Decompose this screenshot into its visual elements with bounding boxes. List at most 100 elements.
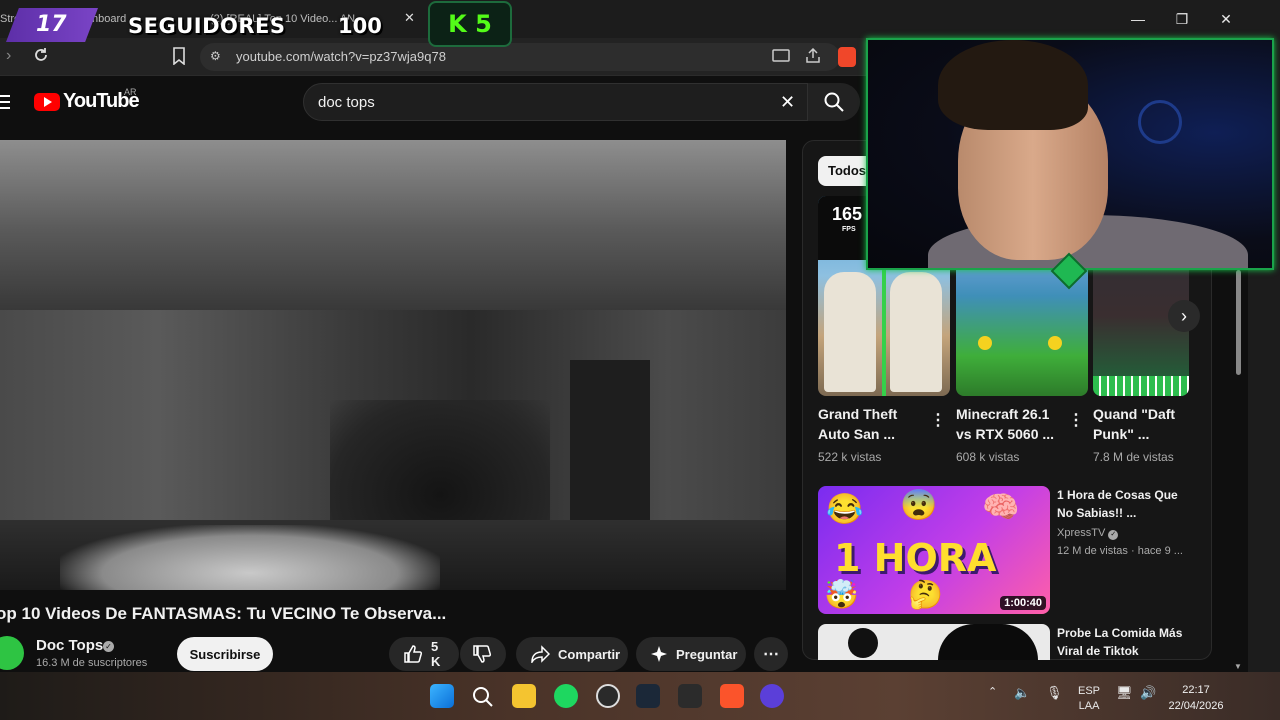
channel-avatar[interactable] xyxy=(0,636,24,670)
reload-icon[interactable] xyxy=(32,46,50,69)
related-video-meta: 12 M de vistas · hace 9 ... xyxy=(1057,545,1183,557)
search-button[interactable] xyxy=(808,83,860,121)
scrollbar-thumb[interactable] xyxy=(1236,270,1241,375)
thinking-emoji-icon: 🤔 xyxy=(908,579,943,610)
video-frame-blanket xyxy=(60,525,440,590)
short-more-icon[interactable]: ⋮ xyxy=(930,410,946,430)
flower-icon xyxy=(978,336,992,350)
video-title: op 10 Videos De FANTASMAS: Tu VECINO Te … xyxy=(0,604,447,623)
follower-count: 17 xyxy=(36,12,67,37)
follower-goal: 100 xyxy=(338,14,382,38)
dislike-button[interactable] xyxy=(460,637,506,671)
file-explorer-icon[interactable] xyxy=(512,684,536,708)
fps-unit: FPS xyxy=(842,226,856,233)
youtube-header: YouTube AR doc tops ✕ xyxy=(0,77,865,127)
short-views: 7.8 M de vistas xyxy=(1093,450,1174,464)
subscribe-button[interactable]: Suscribirse xyxy=(177,637,273,671)
share-button[interactable]: Compartir xyxy=(516,637,628,671)
headphones-icon xyxy=(1138,100,1182,144)
scared-emoji-icon: 😨 xyxy=(900,489,938,522)
short-title[interactable]: Quand "Daft Punk" ... xyxy=(1093,404,1193,444)
more-actions-button[interactable]: ⋯ xyxy=(754,637,788,671)
clear-search-icon[interactable]: ✕ xyxy=(780,92,795,113)
bookmark-icon[interactable] xyxy=(172,47,186,70)
sparkle-icon xyxy=(651,646,667,662)
short-views: 522 k vistas xyxy=(818,450,882,464)
character-figure xyxy=(824,272,876,392)
follower-goal-overlay: 17 SEGUIDORES 100 xyxy=(0,6,425,44)
related-video-channel[interactable]: XpressTV ✓ xyxy=(1057,527,1119,540)
kick-viewer-badge: K 5 xyxy=(428,1,512,47)
like-button[interactable]: 5 K xyxy=(389,637,459,671)
more-icon: ⋯ xyxy=(763,646,779,663)
network-icon[interactable]: 🖥 xyxy=(1116,685,1133,701)
checkered-floor xyxy=(1093,376,1189,396)
brave-browser-icon[interactable] xyxy=(720,684,744,708)
brain-emoji-icon: 🧠 xyxy=(982,491,1020,524)
steam-icon[interactable] xyxy=(636,684,660,708)
mind-blown-emoji-icon: 🤯 xyxy=(824,579,859,610)
verified-icon: ✓ xyxy=(103,641,114,652)
video-thumbnail[interactable] xyxy=(818,624,1050,660)
brave-shield-icon[interactable] xyxy=(838,47,856,67)
search-icon xyxy=(824,92,844,112)
thumbs-down-icon xyxy=(473,645,492,663)
search-query: doc tops xyxy=(318,94,375,111)
search-input[interactable]: doc tops ✕ xyxy=(303,83,808,121)
region-code: AR xyxy=(124,87,137,97)
flower-icon xyxy=(1048,336,1062,350)
microphone-icon[interactable]: 🎙 xyxy=(1046,685,1063,701)
follower-label: SEGUIDORES xyxy=(128,14,286,38)
tiktok-icon xyxy=(848,628,878,658)
related-video-title[interactable]: Probe La Comida Más Viral de Tiktok xyxy=(1057,624,1197,660)
forward-icon[interactable]: › xyxy=(6,47,11,65)
volume-icon[interactable]: 🔊 xyxy=(1140,685,1156,701)
video-thumbnail[interactable]: 1 HORA 😂 😨 🧠 🤯 🤔 1:00:40 xyxy=(818,486,1050,614)
app-icon[interactable] xyxy=(760,684,784,708)
tray-chevron-icon[interactable]: ⌃ xyxy=(988,685,997,698)
related-video-title[interactable]: 1 Hora de Cosas Que No Sabias!! ... xyxy=(1057,486,1197,522)
split-divider xyxy=(882,266,886,396)
video-player[interactable] xyxy=(0,140,786,590)
speaker-icon[interactable]: 🔈 xyxy=(1014,685,1030,701)
channel-name[interactable]: Doc Tops xyxy=(36,637,103,654)
webcam-person-hair xyxy=(938,40,1088,130)
close-window-icon[interactable]: ✕ xyxy=(1204,0,1248,38)
subscriber-count: 16.3 M de suscriptores xyxy=(36,657,148,669)
language-indicator[interactable]: ESP LAA xyxy=(1078,684,1100,714)
verified-icon: ✓ xyxy=(1108,530,1119,540)
fps-value: 165 xyxy=(832,204,863,224)
share-page-icon[interactable] xyxy=(804,47,822,69)
restore-icon[interactable]: ❐ xyxy=(1160,0,1204,38)
system-clock[interactable]: 22:17 22/04/2026 xyxy=(1164,682,1228,714)
spotify-icon[interactable] xyxy=(554,684,578,708)
ask-button[interactable]: Preguntar xyxy=(636,637,746,671)
like-count: 5 K xyxy=(431,639,441,669)
obs-icon[interactable] xyxy=(596,684,620,708)
video-frame-doorway xyxy=(570,360,650,540)
windows-start-icon[interactable] xyxy=(430,684,454,708)
minimize-icon[interactable]: — xyxy=(1116,0,1160,38)
cap-shape xyxy=(938,624,1038,660)
share-label: Compartir xyxy=(558,646,621,662)
menu-icon[interactable] xyxy=(0,94,10,115)
url-field[interactable]: ⚙ youtube.com/watch?v=pz37wja9q78 xyxy=(200,43,840,71)
cast-icon[interactable] xyxy=(772,48,790,69)
short-title[interactable]: Minecraft 26.1 vs RTX 5060 ... xyxy=(956,404,1068,444)
epic-games-icon[interactable] xyxy=(678,684,702,708)
play-triangle-icon xyxy=(44,97,52,107)
search-taskbar-icon[interactable] xyxy=(472,686,494,713)
scroll-down-icon[interactable]: ▼ xyxy=(1234,662,1242,671)
short-title[interactable]: Grand Theft Auto San ... xyxy=(818,404,930,444)
laughing-emoji-icon: 😂 xyxy=(826,493,864,526)
video-duration: 1:00:40 xyxy=(1000,596,1046,610)
short-more-icon[interactable]: ⋮ xyxy=(1068,410,1084,430)
shorts-next-button[interactable]: › xyxy=(1168,300,1200,332)
site-settings-icon[interactable]: ⚙ xyxy=(210,49,221,63)
ask-label: Preguntar xyxy=(676,646,738,662)
thumbnail-text: 1 HORA xyxy=(834,536,997,580)
webcam-overlay xyxy=(866,38,1274,270)
thumbs-up-icon xyxy=(404,645,423,663)
short-views: 608 k vistas xyxy=(956,450,1020,464)
url-text: youtube.com/watch?v=pz37wja9q78 xyxy=(236,49,446,64)
